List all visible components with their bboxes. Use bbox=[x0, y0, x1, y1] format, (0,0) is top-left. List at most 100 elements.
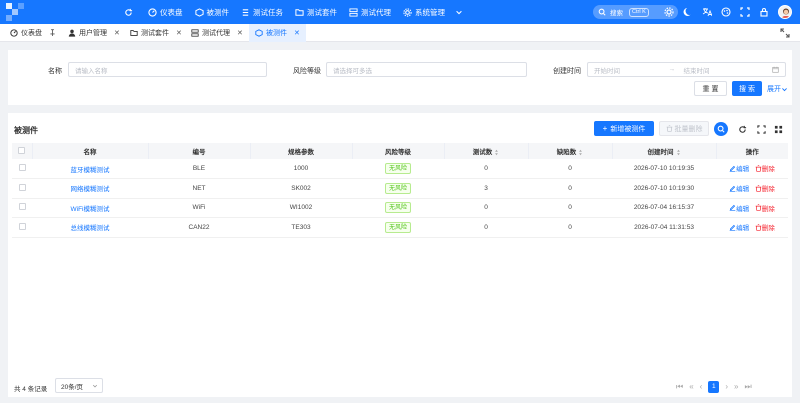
edit-icon bbox=[729, 185, 736, 192]
translate-icon[interactable] bbox=[702, 7, 712, 17]
dark-mode-icon[interactable] bbox=[683, 7, 693, 17]
page-number[interactable]: 1 bbox=[708, 380, 720, 393]
edit-button[interactable]: 编辑 bbox=[729, 222, 749, 232]
last-page-icon[interactable]: ⏭ bbox=[744, 382, 751, 392]
tab-dut[interactable]: 被测件 ✕ bbox=[249, 24, 306, 42]
nav-more[interactable] bbox=[449, 0, 472, 24]
nav-test-agents[interactable]: 测试代理 bbox=[343, 0, 397, 24]
select-all-checkbox[interactable] bbox=[12, 143, 33, 159]
date-range-picker[interactable]: 开始时间 → 结束时间 bbox=[587, 62, 786, 77]
fullscreen-icon[interactable] bbox=[756, 124, 766, 134]
row-checkbox[interactable] bbox=[12, 178, 32, 199]
risk-select[interactable]: 请选择可多选 bbox=[326, 62, 527, 77]
delete-label: 删除 bbox=[761, 205, 775, 213]
dut-name-link[interactable]: 总线模糊测试 bbox=[32, 217, 148, 238]
chevron-down-icon bbox=[782, 87, 787, 91]
dut-name-link[interactable]: 蓝牙模糊测试 bbox=[32, 159, 148, 179]
trash-icon bbox=[755, 184, 762, 192]
gear-icon bbox=[403, 7, 412, 17]
tab-label: 测试代理 bbox=[202, 30, 230, 37]
refresh-button[interactable] bbox=[118, 0, 142, 24]
pagination: ⏮ « ‹ 1 › » ⏭ bbox=[676, 380, 752, 393]
page-size-select[interactable]: 20条/页 bbox=[55, 378, 103, 393]
column-header-sortable[interactable]: 缺陷数 bbox=[528, 143, 613, 159]
edit-label: 编辑 bbox=[736, 166, 750, 174]
close-icon[interactable]: ✕ bbox=[114, 29, 120, 37]
user-icon bbox=[68, 29, 76, 37]
trash-icon bbox=[755, 223, 762, 231]
tab-test-suites[interactable]: 测试套件 ✕ bbox=[130, 24, 182, 42]
cube-icon bbox=[194, 7, 204, 17]
delete-button[interactable]: 删除 bbox=[755, 163, 775, 173]
start-date-placeholder: 开始时间 bbox=[594, 67, 620, 75]
search-button[interactable]: 搜 索 bbox=[732, 81, 762, 96]
reset-button[interactable]: 重 置 bbox=[694, 81, 727, 96]
batch-delete-button[interactable]: 批量删除 bbox=[659, 121, 709, 136]
dashboard-icon bbox=[10, 29, 18, 37]
add-dut-button[interactable]: + 新增被测件 bbox=[594, 121, 654, 136]
nav-dut[interactable]: 被测件 bbox=[189, 0, 236, 24]
column-header: 规格参数 bbox=[250, 143, 353, 159]
risk-select-placeholder: 请选择可多选 bbox=[333, 67, 372, 75]
user-avatar[interactable] bbox=[778, 5, 792, 19]
cube-icon bbox=[255, 29, 263, 37]
tab-test-agents[interactable]: 测试代理 ✕ bbox=[191, 24, 243, 42]
row-checkbox[interactable] bbox=[12, 159, 32, 179]
tab-label: 用户管理 bbox=[79, 30, 107, 37]
row-checkbox[interactable] bbox=[12, 198, 32, 218]
app-logo[interactable] bbox=[6, 3, 24, 21]
tab-menu-icon[interactable] bbox=[780, 28, 790, 38]
delete-label: 删除 bbox=[761, 166, 775, 174]
trash-icon bbox=[755, 204, 762, 211]
delete-button[interactable]: 删除 bbox=[755, 183, 775, 193]
tab-dashboard[interactable]: 仪表盘 bbox=[10, 24, 59, 42]
edit-icon bbox=[729, 224, 736, 231]
close-icon[interactable]: ✕ bbox=[237, 29, 243, 37]
next-fast-icon[interactable]: » bbox=[734, 382, 738, 391]
row-actions: 编辑 删除 bbox=[716, 159, 788, 179]
close-icon[interactable]: ✕ bbox=[176, 29, 182, 37]
lock-icon[interactable] bbox=[759, 7, 769, 17]
sort-icon bbox=[495, 149, 499, 156]
delete-button[interactable]: 删除 bbox=[755, 203, 775, 213]
settings-icon[interactable] bbox=[664, 7, 674, 17]
defect-count: 0 bbox=[528, 178, 612, 199]
row-checkbox[interactable] bbox=[12, 217, 32, 238]
prev-fast-icon[interactable]: « bbox=[689, 382, 693, 391]
search-shortcut: Ctrl K bbox=[629, 7, 649, 17]
delete-button[interactable]: 删除 bbox=[755, 222, 775, 232]
dut-code: WiFi bbox=[148, 198, 250, 218]
nav-test-tasks[interactable]: 测试任务 bbox=[235, 0, 289, 24]
nav-dut-label: 被测件 bbox=[206, 7, 230, 17]
tab-user-management[interactable]: 用户管理 ✕ bbox=[68, 24, 120, 42]
nav-test-suites[interactable]: 测试套件 bbox=[289, 0, 343, 24]
name-input[interactable]: 请输入名称 bbox=[68, 62, 267, 77]
created-time: 2026-07-04 11:31:53 bbox=[612, 217, 716, 238]
dut-name-link[interactable]: 网络模糊测试 bbox=[32, 178, 148, 199]
theme-icon[interactable] bbox=[721, 7, 731, 17]
prev-page-icon[interactable]: ‹ bbox=[700, 382, 703, 391]
close-icon[interactable]: ✕ bbox=[294, 29, 300, 37]
nav-system[interactable]: 系统管理 bbox=[397, 0, 451, 24]
edit-button[interactable]: 编辑 bbox=[729, 163, 749, 173]
dut-name-link[interactable]: WiFi模糊测试 bbox=[32, 198, 148, 218]
dashboard-icon bbox=[148, 7, 157, 17]
edit-button[interactable]: 编辑 bbox=[729, 203, 749, 213]
pin-icon[interactable] bbox=[49, 28, 59, 38]
trash-icon bbox=[755, 165, 762, 172]
first-page-icon[interactable]: ⏮ bbox=[676, 382, 683, 392]
risk-badge: 无风险 bbox=[384, 221, 411, 233]
expand-link[interactable]: 展开 bbox=[767, 84, 788, 94]
column-header-sortable[interactable]: 创建时间 bbox=[612, 143, 717, 159]
column-header-sortable[interactable]: 测试数 bbox=[444, 143, 529, 159]
edit-button[interactable]: 编辑 bbox=[729, 183, 749, 193]
refresh-icon[interactable] bbox=[737, 124, 747, 134]
table-row: 总线模糊测试 CAN22 TE303 无风险 0 0 2026-07-04 11… bbox=[12, 217, 788, 238]
next-page-icon[interactable]: › bbox=[725, 382, 728, 391]
table-row: 蓝牙模糊测试 BLE 1000 无风险 0 0 2026-07-10 10:19… bbox=[12, 159, 788, 179]
nav-dashboard[interactable]: 仪表盘 bbox=[142, 0, 189, 24]
search-toggle-icon[interactable] bbox=[714, 122, 728, 136]
table-row: 网络模糊测试 NET SK002 无风险 3 0 2026-07-10 10:1… bbox=[12, 178, 788, 199]
column-settings-icon[interactable] bbox=[773, 124, 783, 134]
fullscreen-icon[interactable] bbox=[740, 7, 750, 17]
